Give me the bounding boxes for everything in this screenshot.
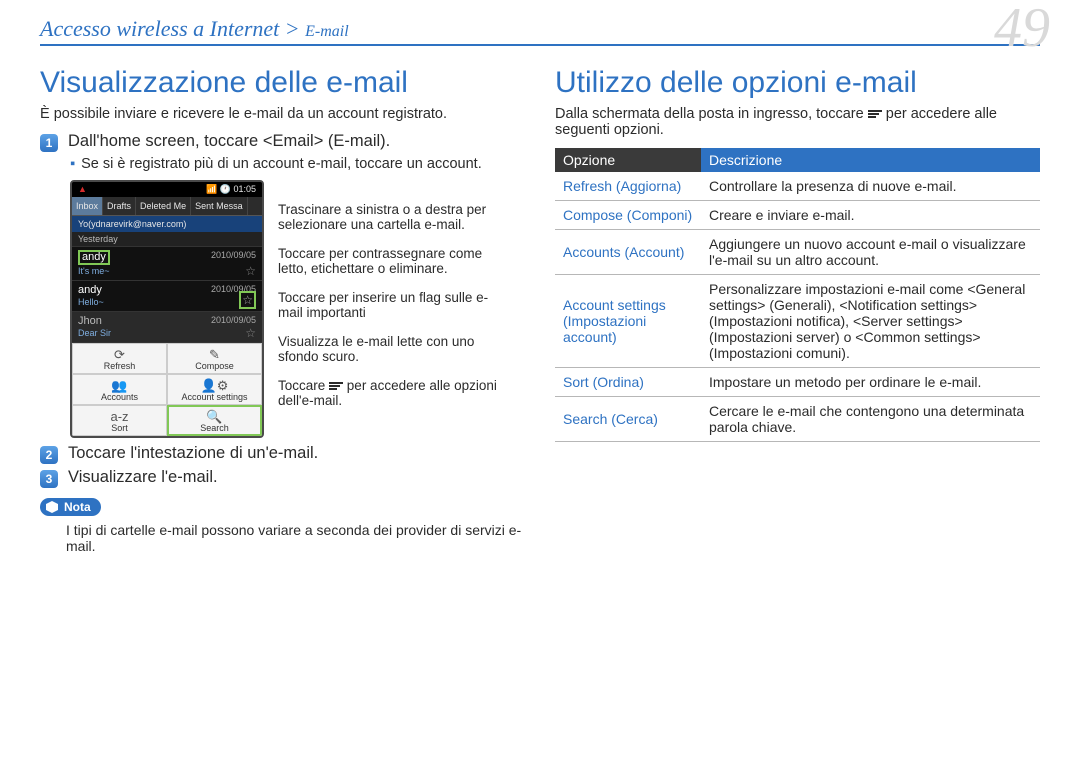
step-2-text: Toccare l'intestazione di un'e-mail. (68, 444, 318, 463)
page-number: 49 (994, 0, 1050, 60)
step-2: 2 Toccare l'intestazione di un'e-mail. (40, 444, 525, 464)
callouts: Trascinare a sinistra o a destra per sel… (278, 180, 498, 408)
phone-mock: ▲ 📶 🕐 01:05 Inbox Drafts Deleted Me Sent… (70, 180, 264, 438)
note-text: I tipi di cartelle e-mail possono variar… (66, 522, 525, 554)
left-column: Visualizzazione delle e-mail È possibile… (40, 62, 525, 554)
step-3-text: Visualizzare l'e-mail. (68, 468, 218, 487)
phone-tab-inbox: Inbox (72, 197, 103, 215)
intro-opts: Dalla schermata della posta in ingresso,… (555, 106, 1040, 138)
step-badge-3: 3 (40, 470, 58, 488)
search-icon: 🔍 (168, 410, 261, 423)
step-badge-2: 2 (40, 446, 58, 464)
callout-1: Trascinare a sinistra o a destra per sel… (278, 202, 498, 232)
step-1-bullet: Se si è registrato più di un account e-m… (70, 156, 525, 172)
header-bar: Accesso wireless a Internet > E-mail 49 (40, 10, 1040, 54)
phone-mail-row: andy 2010/09/05 Hello~ ☆ (72, 281, 262, 312)
table-row: Accounts (Account) Aggiungere un nuovo a… (555, 230, 1040, 275)
phone-day: Yesterday (72, 232, 262, 247)
checkbox-highlight: andy (78, 250, 110, 265)
note-badge: Nota (40, 498, 101, 516)
signal-icon: 📶 (206, 184, 220, 194)
callout-2: Toccare per contrassegnare come letto, e… (278, 246, 498, 276)
phone-mail-row: andy 2010/09/05 It's me~ ☆ (72, 247, 262, 281)
intro-view: È possibile inviare e ricevere le e-mail… (40, 106, 525, 122)
phone-mail-row-read: Jhon 2010/09/05 Dear Sir ☆ (72, 312, 262, 343)
right-column: Utilizzo delle opzioni e-mail Dalla sche… (555, 62, 1040, 554)
callout-4: Visualizza le e-mail lette con uno sfond… (278, 334, 498, 364)
figure-block: ▲ 📶 🕐 01:05 Inbox Drafts Deleted Me Sent… (70, 180, 525, 438)
menu-compose: ✎Compose (167, 343, 262, 374)
phone-tabs: Inbox Drafts Deleted Me Sent Messa (72, 197, 262, 216)
star-icon: ☆ (245, 326, 256, 340)
table-row: Search (Cerca) Cercare le e-mail che con… (555, 397, 1040, 442)
star-icon: ☆ (245, 264, 256, 278)
phone-menu: ⟳Refresh ✎Compose 👥Accounts 👤⚙Account se… (72, 343, 262, 436)
menu-lines-icon (868, 109, 882, 119)
callout-5: Toccare per accedere alle opzioni dell'e… (278, 378, 498, 408)
menu-accounts: 👥Accounts (72, 374, 167, 405)
step-1-text: Dall'home screen, toccare <Email> (E-mai… (68, 132, 390, 151)
phone-tab-drafts: Drafts (103, 197, 136, 215)
th-option: Opzione (555, 148, 701, 172)
phone-tab-deleted: Deleted Me (136, 197, 191, 215)
callout-3: Toccare per inserire un flag sulle e-mai… (278, 290, 498, 320)
step-1: 1 Dall'home screen, toccare <Email> (E-m… (40, 132, 525, 152)
refresh-icon: ⟳ (73, 348, 166, 361)
menu-settings: 👤⚙Account settings (167, 374, 262, 405)
sort-icon: a-z (73, 410, 166, 423)
step-badge-1: 1 (40, 134, 58, 152)
step-3: 3 Visualizzare l'e-mail. (40, 468, 525, 488)
breadcrumb: Accesso wireless a Internet > E-mail (40, 10, 1040, 42)
table-row: Sort (Ordina) Impostare un metodo per or… (555, 368, 1040, 397)
breadcrumb-sub: E-mail (305, 23, 349, 40)
menu-refresh: ⟳Refresh (72, 343, 167, 374)
phone-account: Yo(ydnarevirk@naver.com) (72, 216, 262, 232)
phone-status-bar: ▲ 📶 🕐 01:05 (72, 182, 262, 197)
section-title-view: Visualizzazione delle e-mail (40, 66, 525, 100)
settings-icon: 👤⚙ (168, 379, 261, 392)
menu-search-highlight: 🔍Search (167, 405, 262, 436)
cube-icon (46, 501, 58, 513)
clock-icon: 🕐 (220, 184, 234, 194)
phone-tab-sent: Sent Messa (191, 197, 248, 215)
menu-lines-icon (329, 381, 343, 391)
compose-icon: ✎ (168, 348, 261, 361)
star-icon-highlight: ☆ (239, 291, 256, 309)
table-row: Refresh (Aggiorna) Controllare la presen… (555, 172, 1040, 201)
options-table: Opzione Descrizione Refresh (Aggiorna) C… (555, 148, 1040, 442)
section-title-opts: Utilizzo delle opzioni e-mail (555, 66, 1040, 100)
table-row: Account settings (Impostazioni account) … (555, 275, 1040, 368)
note-label: Nota (64, 500, 91, 514)
header-rule (40, 44, 1040, 46)
phone-time: 01:05 (233, 184, 256, 194)
accounts-icon: 👥 (73, 379, 166, 392)
warning-icon: ▲ (78, 184, 87, 195)
note-block: Nota I tipi di cartelle e-mail possono v… (40, 498, 525, 554)
th-desc: Descrizione (701, 148, 1040, 172)
breadcrumb-main: Accesso wireless a Internet > (40, 16, 300, 41)
menu-sort: a-zSort (72, 405, 167, 436)
table-row: Compose (Componi) Creare e inviare e-mai… (555, 201, 1040, 230)
